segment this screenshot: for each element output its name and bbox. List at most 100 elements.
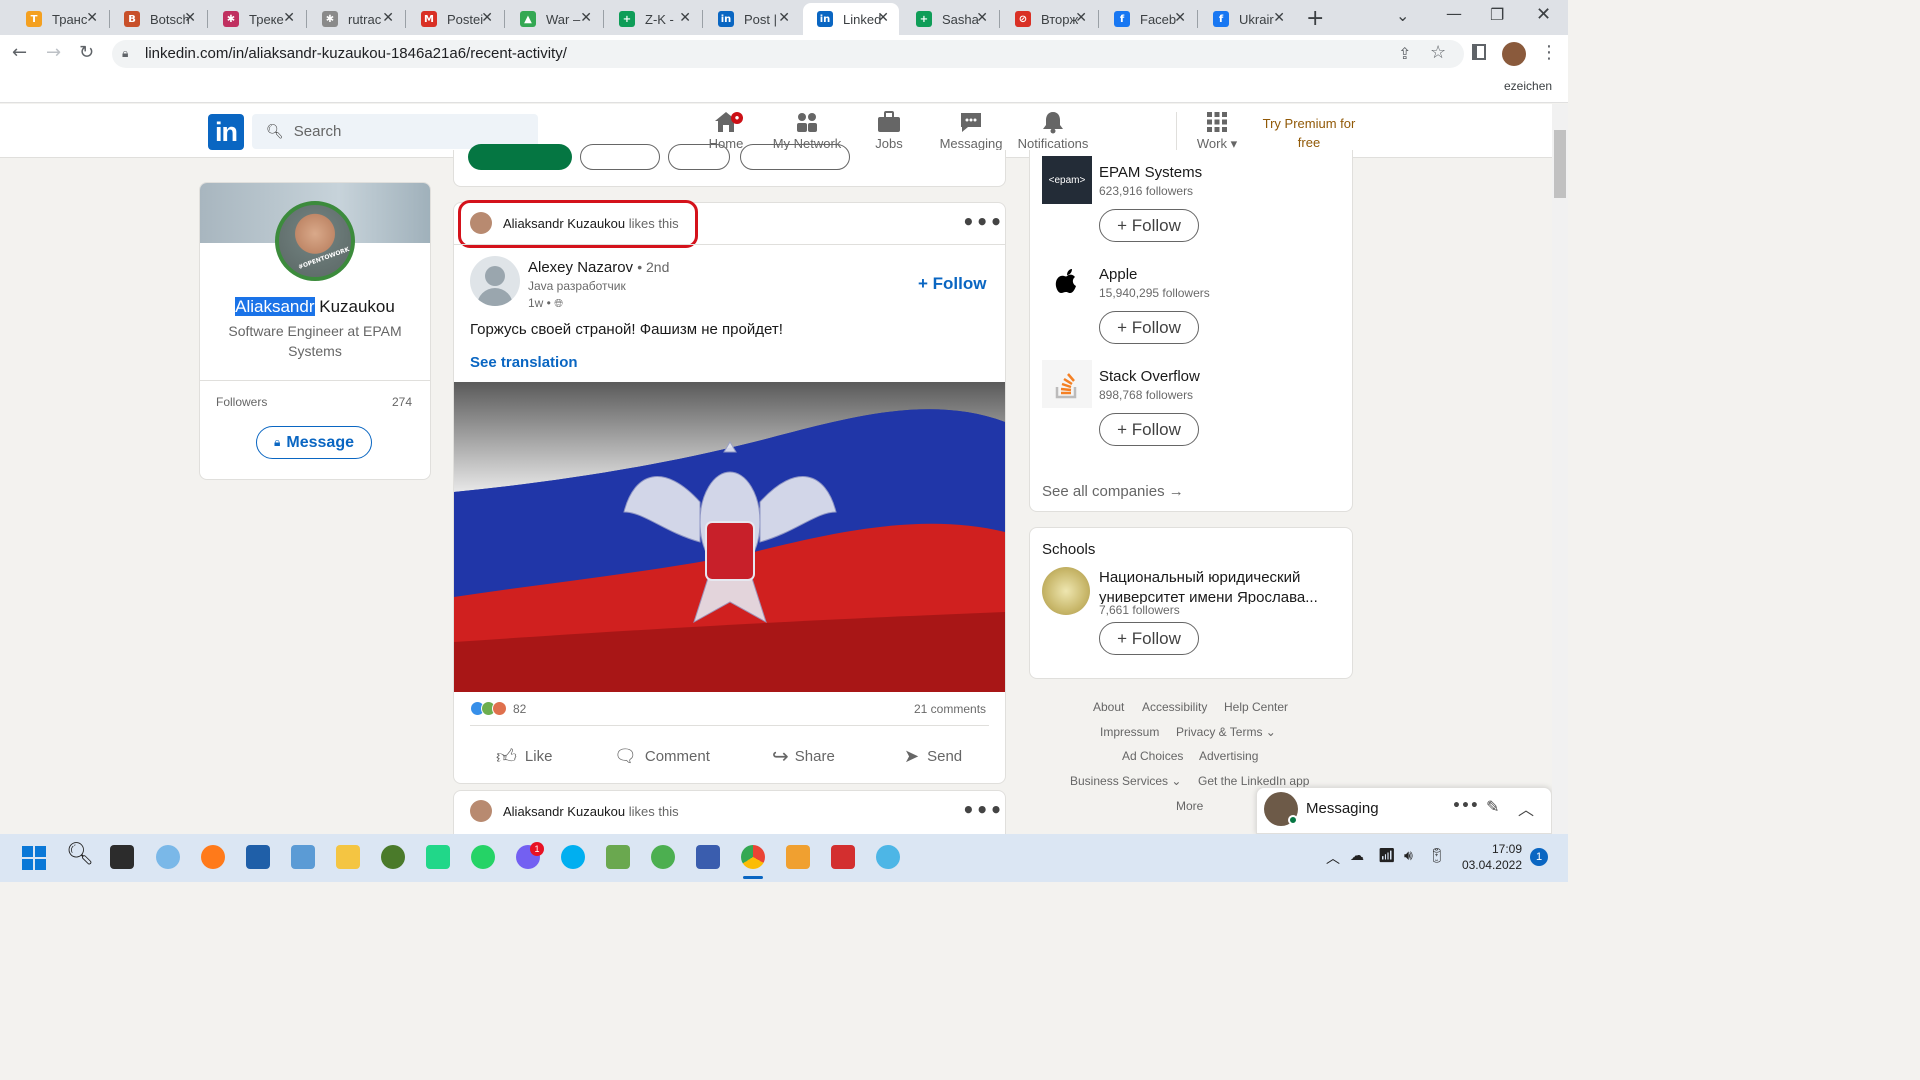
nav-work[interactable]: Work ▾ <box>1172 108 1262 152</box>
app-chart-icon[interactable] <box>606 845 630 869</box>
footer-accessibility[interactable]: Accessibility <box>1142 700 1207 714</box>
browser-tab[interactable]: in Linked ✕ <box>803 3 899 35</box>
company-name-epam[interactable]: EPAM Systems <box>1099 164 1202 181</box>
footer-business-services[interactable]: Business Services ⌄ <box>1070 774 1181 788</box>
follow-author-button[interactable]: + Follow <box>918 274 986 294</box>
browser-tab[interactable]: f Faceb ✕ <box>1100 3 1196 35</box>
see-translation-link[interactable]: See translation <box>470 354 578 371</box>
browser-tab[interactable]: in Post | ✕ <box>704 3 800 35</box>
tray-chevron-icon[interactable]: ︿ <box>1326 848 1340 868</box>
share-icon[interactable]: ⇪ <box>1398 44 1411 63</box>
browser-tab[interactable]: ▲ War – ✕ <box>506 3 602 35</box>
comments-count[interactable]: 21 comments <box>914 702 986 716</box>
epam-logo[interactable]: <epam> <box>1042 156 1092 204</box>
nav-messaging[interactable]: Messaging <box>926 108 1016 151</box>
browser-tab[interactable]: + Z-K - ✕ <box>605 3 701 35</box>
reactions-count[interactable]: 82 <box>513 702 526 716</box>
post-image[interactable] <box>454 382 1005 692</box>
pycharm-icon[interactable] <box>426 845 450 869</box>
company-name-stackoverflow[interactable]: Stack Overflow <box>1099 368 1200 385</box>
battery-icon[interactable]: 🔋︎ <box>1428 848 1446 864</box>
url-text[interactable]: linkedin.com/in/aliaksandr-kuzaukou-1846… <box>145 45 567 62</box>
browser-tab[interactable]: ⊘ Вторж ✕ <box>1001 3 1097 35</box>
footer-ad-choices[interactable]: Ad Choices <box>1122 749 1183 763</box>
browser-profile-avatar[interactable] <box>1502 42 1526 66</box>
tab-close-icon[interactable]: ✕ <box>184 10 196 26</box>
footer-more[interactable]: More <box>1176 799 1203 813</box>
filter-posts[interactable] <box>668 144 730 170</box>
profile-avatar[interactable]: #OPENTOWORK <box>275 201 355 281</box>
browser-tab[interactable]: ✱ Треке ✕ <box>209 3 305 35</box>
windows-start-icon[interactable] <box>22 846 46 870</box>
chevron-up-icon[interactable]: ︿ <box>1518 796 1534 820</box>
send-button[interactable]: ➤ Send <box>904 740 962 772</box>
tab-close-icon[interactable]: ✕ <box>877 10 889 26</box>
tab-close-icon[interactable]: ✕ <box>679 10 691 26</box>
share-button[interactable]: ↪ Share <box>772 740 835 772</box>
tab-close-icon[interactable]: ✕ <box>976 10 988 26</box>
nav-jobs[interactable]: Jobs <box>844 108 934 151</box>
next-post-more-icon[interactable]: ••• <box>962 798 1003 822</box>
tab-close-icon[interactable]: ✕ <box>382 10 394 26</box>
messaging-bar[interactable] <box>1256 787 1552 834</box>
nav-notifications[interactable]: Notifications <box>1008 108 1098 151</box>
acrobat-icon[interactable] <box>831 845 855 869</box>
school-logo[interactable] <box>1042 567 1090 615</box>
tab-close-icon[interactable]: ✕ <box>86 10 98 26</box>
scrollbar-thumb[interactable] <box>1554 130 1566 198</box>
tab-close-icon[interactable]: ✕ <box>778 10 790 26</box>
try-premium-link[interactable]: Try Premium for free <box>1258 114 1360 152</box>
follow-stackoverflow-button[interactable]: + Follow <box>1099 413 1199 446</box>
browser-tab[interactable]: f Ukrair ✕ <box>1199 3 1295 35</box>
browser-tab[interactable]: M Postei ✕ <box>407 3 503 35</box>
chrome-icon[interactable] <box>741 845 765 869</box>
liker-avatar[interactable] <box>470 212 492 234</box>
post-more-icon[interactable]: ••• <box>962 210 1003 234</box>
bookmarks-label[interactable]: ezeichen <box>1504 79 1552 93</box>
messaging-label[interactable]: Messaging <box>1306 800 1379 817</box>
school-name[interactable]: Национальный юридический университет име… <box>1099 568 1331 604</box>
bookmark-star-icon[interactable]: ☆ <box>1430 42 1446 63</box>
tab-close-icon[interactable]: ✕ <box>580 10 592 26</box>
widgets-icon[interactable] <box>156 845 180 869</box>
linkedin-logo[interactable]: in <box>208 114 244 150</box>
tab-search-icon[interactable]: ⌄ <box>1396 6 1409 25</box>
next-liker-avatar[interactable] <box>470 800 492 822</box>
tab-close-icon[interactable]: ✕ <box>1273 10 1285 26</box>
maximize-icon[interactable]: ❐ <box>1490 5 1504 24</box>
author-avatar[interactable] <box>470 256 520 306</box>
onedrive-icon[interactable]: ☁ <box>1350 848 1364 864</box>
app-v-icon[interactable] <box>786 845 810 869</box>
author-name[interactable]: Alexey Nazarov <box>528 259 633 276</box>
liker-name[interactable]: Aliaksandr Kuzaukou <box>503 216 625 231</box>
browser-tab[interactable]: Т Транс ✕ <box>12 3 108 35</box>
task-view-icon[interactable] <box>110 845 134 869</box>
save-app-icon[interactable] <box>696 845 720 869</box>
network-app-icon[interactable] <box>876 845 900 869</box>
close-window-icon[interactable]: ✕ <box>1536 4 1551 25</box>
message-button[interactable]: 🔒︎ Message <box>256 426 372 459</box>
taskbar-search-icon[interactable]: 🔍︎ <box>66 842 94 867</box>
app-globe-icon[interactable] <box>381 845 405 869</box>
forward-icon[interactable]: → <box>46 42 61 63</box>
scrollbar[interactable] <box>1552 104 1568 834</box>
clock-time[interactable]: 17:09 <box>1462 842 1522 856</box>
new-tab-button[interactable]: + <box>1306 6 1324 31</box>
see-all-companies-link[interactable]: See all companies → <box>1042 483 1184 500</box>
reaction-icons[interactable] <box>470 701 510 717</box>
profile-name[interactable]: Aliaksandr Kuzaukou <box>200 297 430 317</box>
side-panel-icon[interactable] <box>1472 44 1486 60</box>
follow-apple-button[interactable]: + Follow <box>1099 311 1199 344</box>
reload-icon[interactable]: ↻ <box>79 42 94 63</box>
tab-close-icon[interactable]: ✕ <box>1075 10 1087 26</box>
comment-button[interactable]: 🗨︎ Comment <box>614 740 710 772</box>
footer-advertising[interactable]: Advertising <box>1199 749 1258 763</box>
wifi-icon[interactable]: 📶︎ <box>1378 848 1396 864</box>
tab-close-icon[interactable]: ✕ <box>1174 10 1186 26</box>
filter-documents[interactable] <box>740 144 850 170</box>
filter-articles[interactable] <box>580 144 660 170</box>
messaging-more-icon[interactable]: ••• <box>1452 798 1479 814</box>
footer-about[interactable]: About <box>1093 700 1124 714</box>
tab-close-icon[interactable]: ✕ <box>481 10 493 26</box>
volume-icon[interactable]: 🔊︎ <box>1404 848 1413 864</box>
